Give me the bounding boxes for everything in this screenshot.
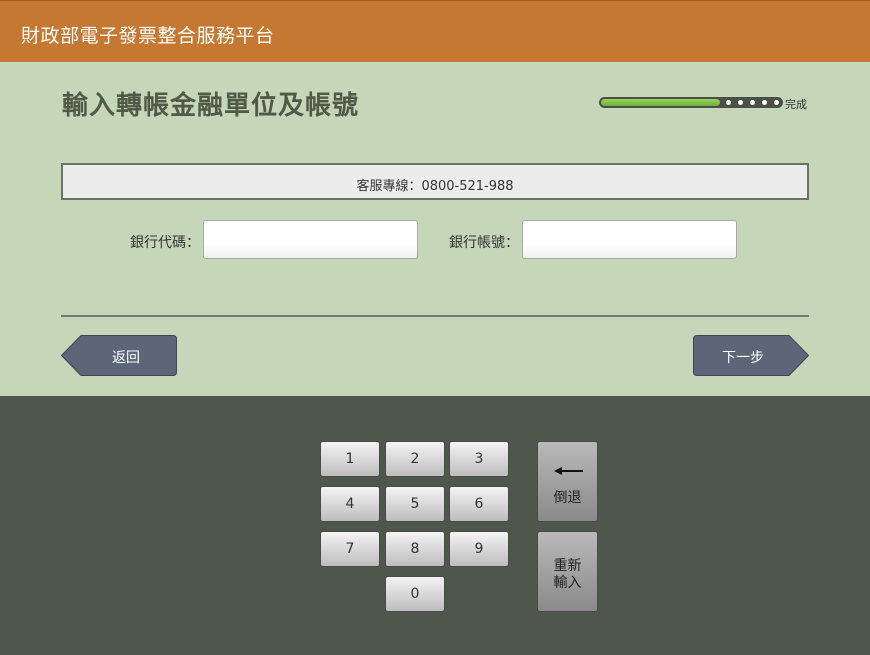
reset-input-label: 重新 輸入 bbox=[538, 558, 597, 592]
divider bbox=[61, 315, 809, 317]
account-number-input[interactable] bbox=[522, 220, 737, 259]
back-button[interactable]: 返回 bbox=[61, 335, 177, 376]
header-bar: 財政部電子發票整合服務平台 bbox=[0, 0, 870, 62]
backspace-button[interactable]: 倒退 bbox=[537, 441, 598, 522]
progress-step-dot bbox=[750, 100, 755, 105]
page-title: 輸入轉帳金融單位及帳號 bbox=[62, 91, 360, 121]
key-1[interactable]: 1 bbox=[320, 441, 380, 477]
bank-code-label: 銀行代碼： bbox=[130, 235, 200, 251]
next-button-label: 下一步 bbox=[722, 350, 764, 366]
app-title: 財政部電子發票整合服務平台 bbox=[21, 25, 275, 47]
key-3[interactable]: 3 bbox=[449, 441, 509, 477]
customer-service-text: 客服專線：0800-521-988 bbox=[356, 179, 514, 194]
progress-step-dot bbox=[738, 100, 743, 105]
progress-bar bbox=[599, 97, 783, 108]
key-2[interactable]: 2 bbox=[385, 441, 445, 477]
next-button[interactable]: 下一步 bbox=[693, 335, 809, 376]
customer-service-bar: 客服專線：0800-521-988 bbox=[61, 163, 809, 200]
key-8[interactable]: 8 bbox=[385, 531, 445, 567]
back-button-label: 返回 bbox=[112, 350, 140, 366]
progress-fill bbox=[601, 99, 720, 106]
key-6[interactable]: 6 bbox=[449, 486, 509, 522]
progress-step-dot bbox=[774, 100, 779, 105]
reset-label-line2: 輸入 bbox=[553, 575, 582, 591]
account-number-label: 銀行帳號： bbox=[449, 235, 519, 251]
key-4[interactable]: 4 bbox=[320, 486, 380, 522]
key-7[interactable]: 7 bbox=[320, 531, 380, 567]
key-0[interactable]: 0 bbox=[385, 576, 445, 612]
progress-step-dot bbox=[762, 100, 767, 105]
key-9[interactable]: 9 bbox=[449, 531, 509, 567]
left-arrow-icon bbox=[554, 467, 583, 475]
bank-code-input[interactable] bbox=[203, 220, 418, 259]
key-5[interactable]: 5 bbox=[385, 486, 445, 522]
progress-label: 完成 bbox=[785, 98, 807, 111]
backspace-label: 倒退 bbox=[553, 490, 582, 506]
progress-step-dot bbox=[726, 100, 731, 105]
reset-label-line1: 重新 bbox=[553, 558, 582, 574]
main-panel: 輸入轉帳金融單位及帳號 完成 客服專線：0800-521-988 銀行代碼： 銀… bbox=[0, 62, 870, 396]
reset-input-button[interactable]: 重新 輸入 bbox=[537, 531, 598, 612]
